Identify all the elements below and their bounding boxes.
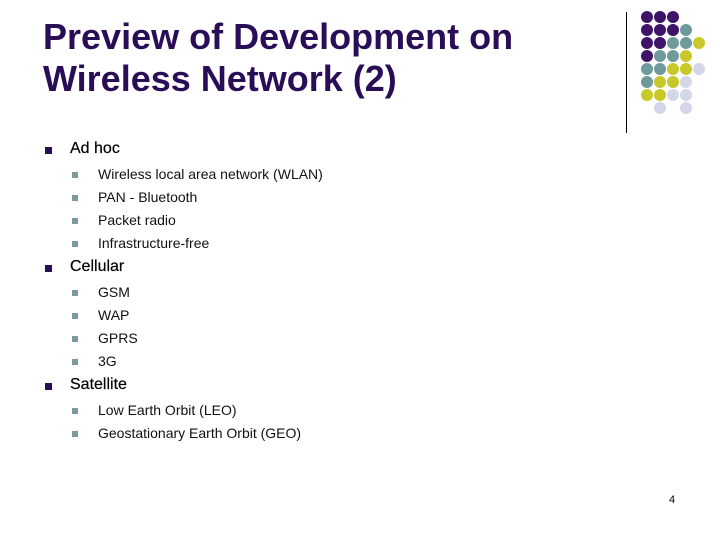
dot-purple-icon [641,50,653,62]
dot-teal-icon [667,50,679,62]
dot-yellow-icon [641,89,653,101]
dot-teal-icon [680,24,692,36]
section-heading-cellular: Cellular [70,258,124,276]
dot-purple-icon [654,37,666,49]
list-item: GPRS [98,330,138,346]
dot-purple-icon [641,11,653,23]
list-item: PAN - Bluetooth [98,189,198,205]
bullet-square-icon [72,313,78,319]
dot-purple-icon [667,11,679,23]
dot-teal-icon [654,50,666,62]
list-item: Infrastructure-free [98,235,210,251]
section-heading-satellite: Satellite [70,376,127,394]
bullet-square-icon [72,195,78,201]
dot-yellow-icon [667,63,679,75]
dot-yellow-icon [654,89,666,101]
section-heading-text: Satellite [70,376,127,393]
dot-yellow-icon [654,76,666,88]
list-item: WAP [98,307,130,323]
bullet-square-icon [72,431,78,437]
section-heading-text: Ad hoc [70,140,120,157]
list-item: 3G [98,353,117,369]
dot-yellow-icon [667,76,679,88]
dot-teal-icon [654,63,666,75]
dot-yellow-icon [680,63,692,75]
list-item: Geostationary Earth Orbit (GEO) [98,425,302,441]
dot-purple-icon [641,37,653,49]
bullet-square-icon [45,147,52,154]
dot-lavender-icon [680,89,692,101]
dot-teal-icon [641,76,653,88]
list-item: GSM [98,284,130,300]
bullet-square-icon [72,408,78,414]
dot-purple-icon [654,24,666,36]
dot-lavender-icon [654,102,666,114]
bullet-square-icon [72,241,78,247]
bullet-square-icon [72,336,78,342]
dot-lavender-icon [693,63,705,75]
dot-yellow-icon [680,50,692,62]
dot-purple-icon [641,24,653,36]
dot-teal-icon [680,37,692,49]
bullet-square-icon [45,383,52,390]
dot-teal-icon [641,63,653,75]
bullet-square-icon [72,290,78,296]
bullet-square-icon [72,172,78,178]
list-item: Wireless local area network (WLAN) [98,166,323,182]
dot-purple-icon [654,11,666,23]
dot-purple-icon [667,24,679,36]
list-item: Packet radio [98,212,176,228]
list-item: Low Earth Orbit (LEO) [98,402,237,418]
dot-lavender-icon [667,89,679,101]
bullet-square-icon [45,265,52,272]
dot-teal-icon [667,37,679,49]
bullet-square-icon [72,359,78,365]
section-heading-adhoc: Ad hoc [70,140,120,158]
bullet-square-icon [72,218,78,224]
section-heading-text: Cellular [70,258,125,275]
dot-lavender-icon [680,102,692,114]
dot-lavender-icon [680,76,692,88]
page-number: 4 [669,494,676,506]
decorative-dot-grid [0,0,720,140]
dot-yellow-icon [693,37,705,49]
